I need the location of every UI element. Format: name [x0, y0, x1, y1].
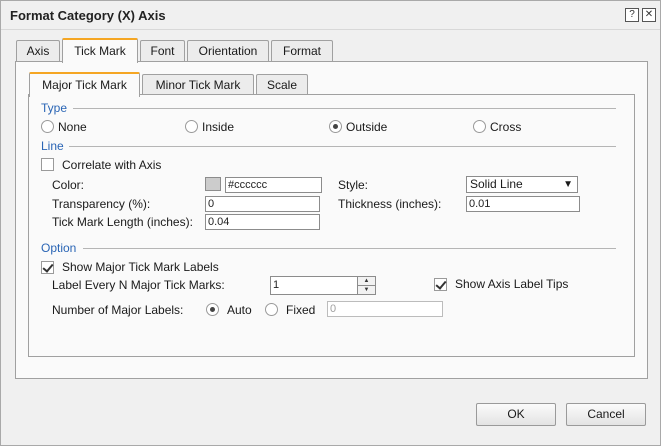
type-cross-label: Cross	[490, 120, 522, 134]
number-labels-fixed-label: Fixed	[286, 303, 316, 317]
transparency-field[interactable]: 0	[205, 196, 320, 212]
cancel-button[interactable]: Cancel	[566, 403, 646, 426]
thickness-label: Thickness (inches):	[338, 197, 442, 211]
type-outside-radio[interactable]	[329, 120, 342, 133]
correlate-with-axis-checkbox[interactable]	[41, 158, 54, 171]
line-divider	[69, 146, 616, 147]
tab-font[interactable]: Font	[140, 40, 185, 62]
tab-axis[interactable]: Axis	[16, 40, 60, 62]
tab-format[interactable]: Format	[271, 40, 333, 62]
close-icon[interactable]: ✕	[642, 8, 656, 22]
show-axis-label-tips-checkbox[interactable]	[434, 278, 447, 291]
style-select[interactable]: Solid Line ▼	[466, 176, 578, 193]
subtab-minor-tick-mark[interactable]: Minor Tick Mark	[142, 74, 254, 96]
chevron-down-icon: ▼	[563, 179, 573, 190]
line-section-label: Line	[41, 139, 64, 153]
subtab-scale[interactable]: Scale	[256, 74, 308, 96]
transparency-label: Transparency (%):	[52, 197, 151, 211]
type-inside-radio[interactable]	[185, 120, 198, 133]
type-outside-label: Outside	[346, 120, 388, 134]
type-cross-radio[interactable]	[473, 120, 486, 133]
number-labels-auto-radio[interactable]	[206, 303, 219, 316]
ok-button[interactable]: OK	[476, 403, 556, 426]
help-icon[interactable]: ?	[625, 8, 639, 22]
fixed-count-field[interactable]: 0	[327, 301, 443, 317]
type-section-label: Type	[41, 101, 68, 115]
color-swatch[interactable]	[205, 177, 221, 191]
type-none-label: None	[58, 120, 87, 134]
correlate-with-axis-label: Correlate with Axis	[62, 158, 162, 172]
number-of-labels-label: Number of Major Labels:	[52, 303, 184, 317]
number-labels-auto-label: Auto	[227, 303, 252, 317]
tick-length-field[interactable]: 0.04	[205, 214, 320, 230]
tab-orientation[interactable]: Orientation	[187, 40, 269, 62]
label-every-n-label: Label Every N Major Tick Marks:	[52, 278, 225, 292]
option-divider	[83, 248, 616, 249]
type-divider	[73, 108, 616, 109]
type-none-radio[interactable]	[41, 120, 54, 133]
tab-tick-mark[interactable]: Tick Mark	[62, 38, 138, 63]
style-label: Style:	[338, 178, 369, 192]
type-inside-label: Inside	[202, 120, 235, 134]
tick-length-label: Tick Mark Length (inches):	[52, 215, 193, 229]
show-major-labels-label: Show Major Tick Mark Labels	[62, 260, 219, 274]
option-section-label: Option	[41, 241, 77, 255]
style-select-value: Solid Line	[470, 177, 523, 191]
show-axis-label-tips-label: Show Axis Label Tips	[455, 277, 569, 291]
subtab-major-tick-mark[interactable]: Major Tick Mark	[29, 72, 140, 97]
label-every-n-stepper[interactable]: 1	[270, 276, 358, 295]
color-label: Color:	[52, 178, 85, 192]
number-labels-fixed-radio[interactable]	[265, 303, 278, 316]
show-major-labels-checkbox[interactable]	[41, 261, 54, 274]
dialog-title: Format Category (X) Axis	[10, 8, 166, 23]
thickness-field[interactable]: 0.01	[466, 196, 580, 212]
title-bar: Format Category (X) Axis ? ✕	[1, 1, 660, 30]
stepper-down-icon[interactable]: ▼	[357, 285, 376, 295]
format-axis-dialog: Format Category (X) Axis ? ✕ Axis Tick M…	[0, 0, 661, 446]
color-field[interactable]: #cccccc	[225, 177, 322, 193]
